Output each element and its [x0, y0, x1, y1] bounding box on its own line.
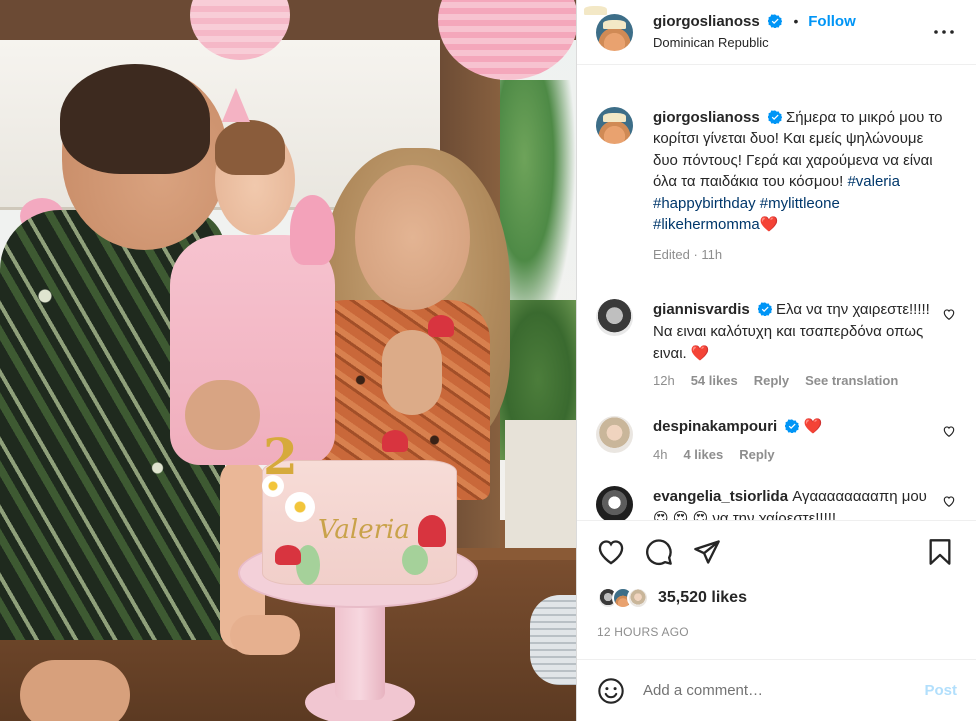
- commenter-username[interactable]: giannisvardis: [653, 301, 750, 318]
- photo-mushroom: [382, 430, 408, 452]
- comment-body: evangelia_tsiorlida Αγααααααααπη μου 😍 😍…: [653, 486, 935, 521]
- caption-username[interactable]: giorgoslianoss: [653, 109, 760, 126]
- bookmark-icon[interactable]: [928, 538, 956, 566]
- comment-item: despinakampouri ❤️ 4h 4 likes Reply: [596, 416, 956, 465]
- hashtag-link[interactable]: #happybirthday: [653, 195, 756, 212]
- photo-doll-toy: [290, 195, 335, 265]
- author-avatar[interactable]: [596, 13, 633, 51]
- heart-emoji: ❤️: [803, 418, 823, 436]
- photo-cake-text: Valeria: [318, 515, 410, 545]
- likes-count[interactable]: 35,520 likes: [658, 589, 747, 607]
- more-options-icon[interactable]: [932, 20, 956, 44]
- comment-time[interactable]: 4h: [653, 446, 667, 465]
- share-icon[interactable]: [693, 538, 721, 566]
- comment-meta: 4h 4 likes Reply: [653, 446, 935, 465]
- photo-leaf: [402, 545, 428, 575]
- liker-avatar[interactable]: [627, 587, 649, 609]
- comment-time[interactable]: 12h: [653, 372, 675, 391]
- comment-input[interactable]: [643, 682, 925, 699]
- comment-emoji: 😍 😍 😍: [653, 509, 709, 521]
- comments-scroll-area[interactable]: giorgoslianoss Σήμερα το μικρό μου το κο…: [577, 65, 976, 521]
- commenter-avatar[interactable]: [596, 485, 633, 520]
- author-info: giorgoslianoss • Follow Dominican Republ…: [653, 13, 932, 51]
- reply-button[interactable]: Reply: [754, 372, 789, 391]
- reply-button[interactable]: Reply: [739, 446, 774, 465]
- photo-man-hand: [20, 660, 130, 721]
- commenter-avatar[interactable]: [596, 299, 633, 337]
- commenter-username[interactable]: despinakampouri: [653, 418, 777, 435]
- verified-icon: [785, 419, 800, 434]
- post-modal: Valeria 2 giorgoslianoss • Follow Domini…: [0, 0, 976, 721]
- comment-icon[interactable]: [645, 538, 673, 566]
- follow-button[interactable]: Follow: [808, 13, 856, 30]
- verified-icon: [767, 110, 782, 124]
- photo-party-hat: [222, 88, 250, 122]
- photo-woman-hand: [382, 330, 442, 415]
- post-actions: [577, 521, 976, 583]
- post-comment-button[interactable]: Post: [924, 682, 957, 699]
- likes-row: 35,520 likes: [577, 583, 976, 613]
- verified-icon: [767, 14, 782, 28]
- heart-emoji: ❤️: [759, 216, 779, 234]
- comment-likes[interactable]: 4 likes: [683, 446, 723, 465]
- hashtag-link[interactable]: #valeria: [847, 173, 900, 190]
- photo-cake-stand-stem: [335, 600, 385, 700]
- photo-mushroom: [418, 515, 446, 547]
- photo-mushroom-topper: [428, 315, 454, 337]
- photo-wall: [505, 420, 576, 560]
- comment-body: giannisvardis Ελα να την χαιρεστε!!!!! Ν…: [653, 299, 935, 391]
- add-comment-bar: Post: [577, 659, 976, 721]
- verified-icon: [757, 302, 772, 317]
- comment-heart-icon[interactable]: [942, 494, 956, 508]
- hashtag-link[interactable]: #likehermomma: [653, 216, 760, 233]
- photo-girl-foot: [230, 615, 300, 655]
- post-sidebar: giorgoslianoss • Follow Dominican Republ…: [576, 0, 976, 721]
- photo-mushroom: [275, 545, 301, 565]
- photo-daisy: [285, 492, 315, 522]
- hashtag-link[interactable]: #mylittleone: [760, 195, 840, 212]
- photo-woman-face: [355, 165, 470, 310]
- author-username[interactable]: giorgoslianoss: [653, 13, 760, 30]
- photo-girl-hair: [215, 120, 285, 175]
- comment-meta: 12h 54 likes Reply See translation: [653, 372, 935, 391]
- commenter-avatar[interactable]: [596, 416, 633, 454]
- heart-emoji: ❤️: [690, 344, 710, 362]
- comment-item: giannisvardis Ελα να την χαιρεστε!!!!! Ν…: [596, 299, 956, 391]
- separator-dot: •: [793, 13, 799, 29]
- emoji-icon[interactable]: [597, 677, 625, 705]
- caption-meta: Edited · 11h: [653, 246, 723, 262]
- heart-icon[interactable]: [597, 538, 625, 566]
- photo-plates: [530, 595, 576, 685]
- comment-heart-icon[interactable]: [942, 307, 956, 321]
- post-location[interactable]: Dominican Republic: [653, 35, 932, 51]
- caption-avatar[interactable]: [596, 107, 633, 144]
- comment-body: despinakampouri ❤️ 4h 4 likes Reply: [653, 416, 935, 465]
- post-header: giorgoslianoss • Follow Dominican Republ…: [577, 0, 976, 65]
- comment-item: evangelia_tsiorlida Αγααααααααπη μου 😍 😍…: [596, 485, 956, 521]
- comment-likes[interactable]: 54 likes: [691, 372, 738, 391]
- post-timestamp[interactable]: 12 HOURS AGO: [577, 625, 976, 639]
- post-photo[interactable]: Valeria 2: [0, 0, 576, 721]
- comment-text: Αγααααααααπη μου: [792, 487, 927, 505]
- photo-man-hair: [60, 64, 210, 174]
- photo-daisy: [262, 475, 284, 497]
- photo-man-hand: [185, 380, 260, 450]
- post-caption: giorgoslianoss Σήμερα το μικρό μου το κο…: [596, 65, 956, 264]
- commenter-username[interactable]: evangelia_tsiorlida: [653, 488, 788, 505]
- photo-cake-topper: 2: [263, 427, 298, 486]
- comment-text: να την χαίρεστε!!!!!: [712, 509, 837, 521]
- comment-heart-icon[interactable]: [942, 424, 956, 438]
- caption-body: giorgoslianoss Σήμερα το μικρό μου το κο…: [653, 107, 943, 264]
- see-translation-link[interactable]: See translation: [805, 372, 898, 391]
